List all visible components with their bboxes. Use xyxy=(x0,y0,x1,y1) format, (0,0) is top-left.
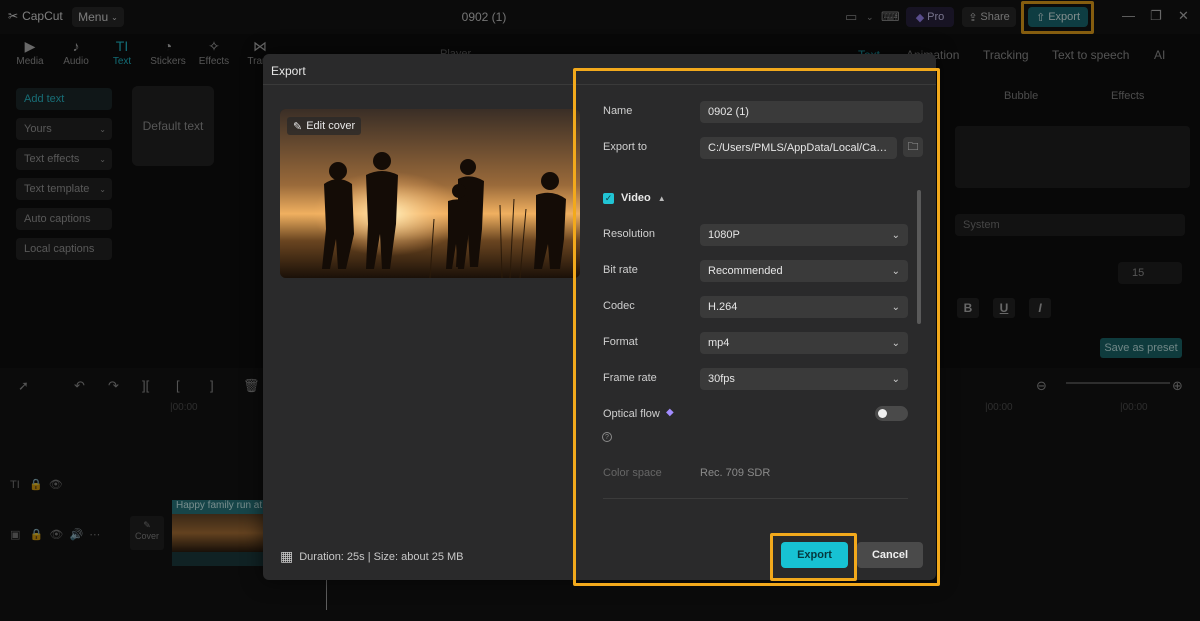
dialog-title: Export xyxy=(271,64,306,78)
duration-text: Duration: 25s | Size: about 25 MB xyxy=(299,550,464,563)
export-button-highlight xyxy=(770,533,857,581)
settings-highlight xyxy=(573,68,940,586)
duration-info: ▦ Duration: 25s | Size: about 25 MB xyxy=(280,548,464,565)
edit-cover-label: Edit cover xyxy=(306,120,356,132)
pencil-icon: ✎ xyxy=(293,120,303,133)
edit-cover-button[interactable]: ✎ Edit cover xyxy=(287,117,362,135)
film-icon: ▦ xyxy=(280,548,294,564)
